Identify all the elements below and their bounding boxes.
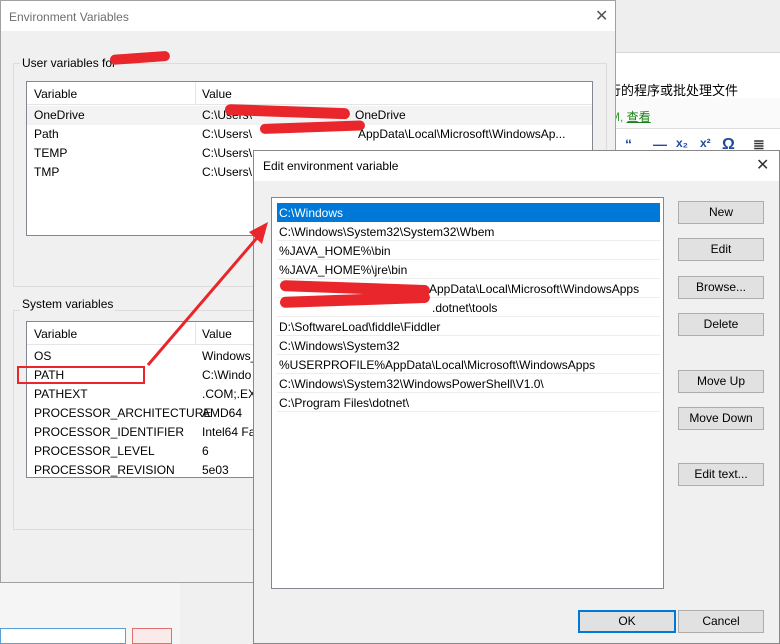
annotation-arrow [146, 222, 268, 366]
arrow-head [249, 222, 268, 244]
arrow-line [146, 231, 264, 366]
